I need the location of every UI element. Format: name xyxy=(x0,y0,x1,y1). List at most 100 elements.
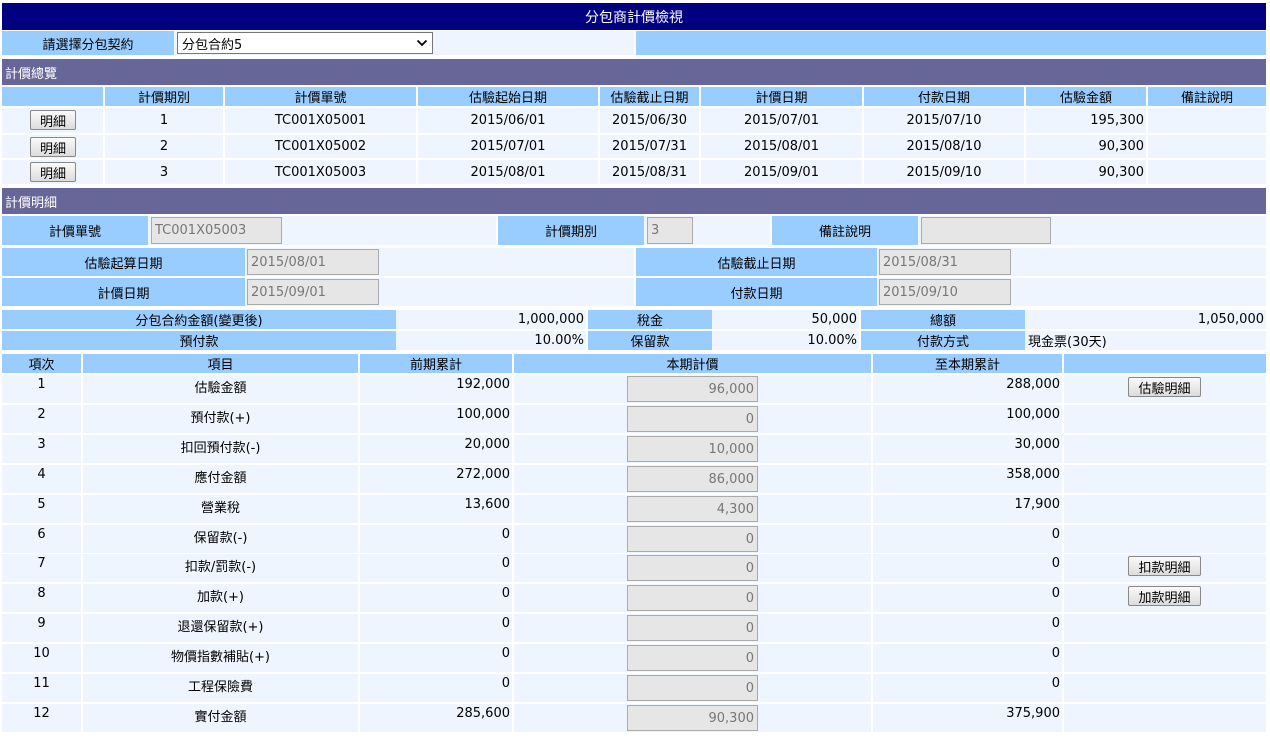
summary-header-no: 計價單號 xyxy=(225,87,416,106)
retention-value: 10.00% xyxy=(712,331,859,350)
addition-detail-button[interactable]: 加款明細 xyxy=(1128,586,1201,606)
summary-section-title: 計價總覽 xyxy=(2,59,1266,85)
summary-header-end: 估驗截止日期 xyxy=(600,87,699,106)
summary-cell-start: 2015/07/01 xyxy=(418,135,598,158)
items-header-blank xyxy=(1064,354,1266,373)
item-current-field[interactable]: 0 xyxy=(627,645,758,671)
summary-cell-end: 2015/06/30 xyxy=(600,108,699,133)
summary-cell-no: TC001X05001 xyxy=(225,108,416,133)
summary-cell-amount: 195,300 xyxy=(1026,108,1146,133)
item-name: 工程保險費 xyxy=(83,674,358,702)
item-current-field[interactable]: 0 xyxy=(627,585,758,611)
item-no: 6 xyxy=(2,525,81,553)
deduction-detail-button[interactable]: 扣款明細 xyxy=(1128,556,1201,576)
summary-cell-no: TC001X05003 xyxy=(225,160,416,184)
item-cumulative-total: 0 xyxy=(873,674,1062,702)
item-name: 扣回預付款(-) xyxy=(83,435,358,463)
summary-cell-no: TC001X05002 xyxy=(225,135,416,158)
item-current-field[interactable]: 10,000 xyxy=(627,436,758,462)
item-previous-total: 0 xyxy=(360,554,512,582)
summary-header-blank xyxy=(2,87,103,106)
summary-cell-period: 1 xyxy=(105,108,223,133)
summary-cell-start: 2015/06/01 xyxy=(418,108,598,133)
item-cumulative-total: 100,000 xyxy=(873,405,1062,433)
item-previous-total: 192,000 xyxy=(360,375,512,403)
item-current-field[interactable]: 0 xyxy=(627,615,758,641)
items-header-name: 項目 xyxy=(83,354,358,373)
detail-button[interactable]: 明細 xyxy=(30,137,76,157)
summary-header-period: 計價期別 xyxy=(105,87,223,106)
summary-cell-pay_date: 2015/07/10 xyxy=(864,108,1024,133)
contract-amount-value: 1,000,000 xyxy=(396,310,586,329)
item-action-cell xyxy=(1064,704,1266,732)
contract-select-label: 請選擇分包契約 xyxy=(2,31,174,55)
item-current-field[interactable]: 86,000 xyxy=(627,466,758,492)
summary-cell-period: 2 xyxy=(105,135,223,158)
contract-select-value: 分包合約5 xyxy=(182,37,243,53)
summary-cell-pricing_date: 2015/09/01 xyxy=(701,160,862,184)
item-current-field[interactable]: 0 xyxy=(627,526,758,552)
item-cumulative-total: 0 xyxy=(873,554,1062,582)
item-previous-total: 0 xyxy=(360,525,512,553)
estimate-start-field[interactable]: 2015/08/01 xyxy=(247,249,379,275)
tax-value: 50,000 xyxy=(712,310,859,329)
item-no: 8 xyxy=(2,584,81,612)
item-no: 4 xyxy=(2,465,81,493)
summary-cell-pay_date: 2015/09/10 xyxy=(864,160,1024,184)
item-cumulative-total: 288,000 xyxy=(873,375,1062,403)
summary-cell-end: 2015/08/31 xyxy=(600,160,699,184)
items-header-prev: 前期累計 xyxy=(360,354,512,373)
tax-label: 稅金 xyxy=(588,310,712,329)
detail-button[interactable]: 明細 xyxy=(30,110,76,130)
item-action-cell xyxy=(1064,614,1266,642)
payment-date-field[interactable]: 2015/09/10 xyxy=(879,279,1011,305)
estimate-end-field[interactable]: 2015/08/31 xyxy=(879,249,1011,275)
item-name: 扣款/罰款(-) xyxy=(83,554,358,582)
item-no: 11 xyxy=(2,674,81,702)
detail-section-title: 計價明細 xyxy=(2,188,1266,214)
item-no: 3 xyxy=(2,435,81,463)
item-previous-total: 0 xyxy=(360,674,512,702)
summary-header-pay_date: 付款日期 xyxy=(864,87,1024,106)
item-current-field[interactable]: 0 xyxy=(627,675,758,701)
item-no: 1 xyxy=(2,375,81,403)
item-current-field[interactable]: 0 xyxy=(627,555,758,581)
item-previous-total: 0 xyxy=(360,584,512,612)
summary-cell-pay_date: 2015/08/10 xyxy=(864,135,1024,158)
detail-button[interactable]: 明細 xyxy=(30,162,76,182)
item-action-cell xyxy=(1064,405,1266,433)
pricing-no-field[interactable]: TC001X05003 xyxy=(151,217,282,244)
summary-cell-note xyxy=(1148,135,1266,158)
item-name: 加款(+) xyxy=(83,584,358,612)
items-header-cum: 至本期累計 xyxy=(873,354,1062,373)
item-current-field[interactable]: 4,300 xyxy=(627,496,758,522)
item-cumulative-total: 0 xyxy=(873,644,1062,672)
item-current-field[interactable]: 90,300 xyxy=(627,705,758,731)
estimate-detail-button[interactable]: 估驗明細 xyxy=(1128,377,1201,397)
items-header-curr: 本期計價 xyxy=(514,354,871,373)
item-previous-total: 272,000 xyxy=(360,465,512,493)
note-field[interactable] xyxy=(921,217,1051,244)
item-previous-total: 0 xyxy=(360,644,512,672)
contract-select[interactable]: 分包合約5 xyxy=(177,32,433,54)
item-previous-total: 285,600 xyxy=(360,704,512,732)
item-cumulative-total: 0 xyxy=(873,525,1062,553)
pricing-date-field[interactable]: 2015/09/01 xyxy=(247,279,379,305)
item-cumulative-total: 30,000 xyxy=(873,435,1062,463)
item-current-field[interactable]: 96,000 xyxy=(627,376,758,402)
item-cumulative-total: 0 xyxy=(873,614,1062,642)
chevron-down-icon xyxy=(416,39,428,47)
item-no: 2 xyxy=(2,405,81,433)
summary-cell-amount: 90,300 xyxy=(1026,160,1146,184)
item-current-field[interactable]: 0 xyxy=(627,406,758,432)
page-title: 分包商計價檢視 xyxy=(2,3,1266,30)
item-action-cell xyxy=(1064,674,1266,702)
pricing-period-field[interactable]: 3 xyxy=(647,217,693,244)
estimate-start-label: 估驗起算日期 xyxy=(2,248,245,276)
summary-cell-pricing_date: 2015/08/01 xyxy=(701,135,862,158)
pricing-period-label: 計價期別 xyxy=(498,216,644,245)
item-no: 10 xyxy=(2,644,81,672)
item-name: 營業稅 xyxy=(83,495,358,523)
item-previous-total: 13,600 xyxy=(360,495,512,523)
item-previous-total: 0 xyxy=(360,614,512,642)
